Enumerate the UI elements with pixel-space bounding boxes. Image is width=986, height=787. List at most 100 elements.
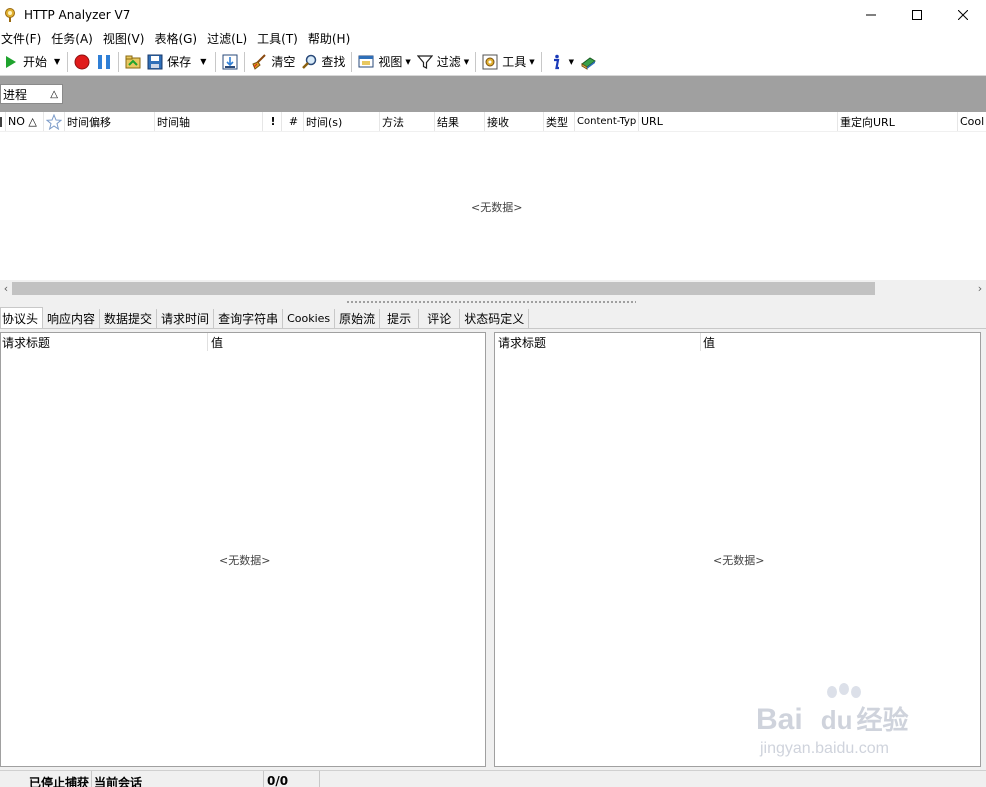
grid-col-time-offset[interactable]: 时间偏移 (65, 112, 155, 131)
tab-hints[interactable]: 提示 (380, 309, 420, 328)
request-title-col[interactable]: 请求标题 (1, 333, 208, 351)
broom-icon (251, 53, 267, 70)
grid-col-hash[interactable]: # (282, 112, 304, 131)
group-chip-process[interactable]: 进程 △ (0, 84, 63, 104)
toolbar-separator (540, 51, 542, 72)
response-title-col[interactable]: 请求标题 (495, 333, 701, 351)
value-col[interactable]: 值 (701, 333, 801, 351)
watermark-brand-du: du (820, 705, 853, 735)
list-marker-icon (0, 116, 2, 127)
grid-col-url[interactable]: URL (639, 112, 838, 131)
maximize-button[interactable] (894, 0, 940, 29)
group-chip-label: 进程 (3, 87, 28, 102)
help-book-button[interactable] (577, 50, 599, 74)
pause-button[interactable] (93, 50, 115, 74)
grid-col-time-s[interactable]: 时间(s) (304, 112, 380, 131)
save-dropdown-button[interactable]: ▼ (194, 50, 212, 74)
close-button[interactable] (940, 0, 986, 29)
toolbar-separator (67, 51, 69, 72)
session-count: 0/0 (264, 770, 320, 787)
scroll-left-icon[interactable]: ‹ (0, 280, 12, 297)
grid-col-cookies[interactable]: Cool (958, 112, 986, 131)
toolbar-separator (118, 51, 120, 72)
tab-comments[interactable]: 评论 (419, 309, 461, 328)
grid-col-received[interactable]: 接收 (485, 112, 544, 131)
response-headers-empty-text: <无数据> (713, 554, 765, 567)
toolbar-separator (351, 51, 353, 72)
info-button[interactable]: ▼ (545, 50, 577, 74)
close-icon (958, 9, 968, 20)
status-bar: 已停止捕获 当前会话 0/0 (0, 770, 986, 787)
grid-horizontal-scrollbar[interactable]: ‹ › (0, 280, 986, 297)
tab-status-codes[interactable]: 状态码定义 (460, 309, 530, 328)
tab-headers[interactable]: 协议头 (0, 307, 44, 328)
request-headers-empty-text: <无数据> (219, 554, 271, 567)
menu-filter[interactable]: 过滤(L) (206, 30, 251, 47)
grid-col-timeline[interactable]: 时间轴 (155, 112, 263, 131)
watermark-product: 经验 (856, 705, 909, 735)
view-button[interactable]: 视图 ▼ (355, 50, 413, 74)
funnel-icon (416, 54, 433, 70)
request-headers-header: 请求标题 值 (1, 333, 485, 351)
menu-help[interactable]: 帮助(H) (307, 30, 354, 47)
menu-view[interactable]: 视图(V) (102, 30, 149, 47)
grid-col-alert[interactable]: ! (263, 112, 282, 131)
grid-col-method[interactable]: 方法 (380, 112, 435, 131)
open-folder-icon (125, 54, 141, 70)
dropdown-arrow-icon: ▼ (568, 57, 574, 66)
tab-cookies[interactable]: Cookies (283, 309, 336, 328)
title-bar: HTTP Analyzer V7 (0, 0, 986, 29)
view-window-icon (358, 54, 374, 70)
session-status: 当前会话 (92, 770, 264, 787)
menu-tools[interactable]: 工具(T) (256, 30, 302, 47)
dropdown-arrow-icon: ▼ (54, 57, 61, 66)
menu-task[interactable]: 任务(A) (50, 30, 97, 47)
record-button[interactable] (71, 50, 93, 74)
tab-timing[interactable]: 请求时间 (157, 309, 215, 328)
scroll-thumb[interactable] (12, 282, 875, 295)
start-button[interactable]: 开始 (0, 50, 50, 74)
tab-response-content[interactable]: 响应内容 (43, 309, 101, 328)
save-button[interactable]: 保存 (144, 50, 194, 74)
start-label: 开始 (23, 55, 48, 69)
info-icon (548, 54, 564, 70)
tab-query-string[interactable]: 查询字符串 (214, 309, 284, 328)
menu-grid[interactable]: 表格(G) (153, 30, 201, 47)
open-button[interactable] (122, 50, 144, 74)
request-headers-pane[interactable]: 请求标题 值 <无数据> (0, 332, 486, 767)
clear-button[interactable]: 清空 (248, 50, 298, 74)
export-icon (222, 54, 238, 70)
magnifier-icon (301, 54, 317, 70)
pause-icon (96, 54, 112, 70)
pane-splitter[interactable] (0, 297, 986, 308)
menu-file[interactable]: 文件(F) (0, 30, 45, 47)
maximize-icon (912, 9, 922, 20)
grid-col-result[interactable]: 结果 (435, 112, 485, 131)
start-dropdown-button[interactable]: ▼ (50, 50, 64, 74)
filter-button[interactable]: 过滤 ▼ (414, 50, 472, 74)
grid-col-content-type[interactable]: Content-Typ (575, 112, 639, 131)
find-button[interactable]: 查找 (298, 50, 348, 74)
export-button[interactable] (219, 50, 241, 74)
scroll-right-icon[interactable]: › (974, 280, 986, 297)
tools-label: 工具 (502, 55, 527, 69)
record-icon (74, 54, 90, 70)
play-icon (3, 54, 19, 70)
response-headers-header: 请求标题 值 (495, 333, 980, 351)
value-col[interactable]: 值 (208, 333, 308, 351)
filter-label: 过滤 (436, 55, 461, 69)
grid-col-redirect-url[interactable]: 重定向URL (838, 112, 958, 131)
minimize-button[interactable] (848, 0, 894, 29)
tab-post-data[interactable]: 数据提交 (100, 309, 158, 328)
session-grid-body[interactable]: <无数据> (0, 132, 986, 280)
tools-icon (482, 54, 498, 70)
baidu-watermark: Bai du 经验 jingyan.baidu.com (756, 683, 936, 770)
grid-col-no[interactable]: NO △ (6, 112, 44, 131)
grid-col-star[interactable] (44, 112, 65, 131)
find-label: 查找 (321, 55, 346, 69)
capture-status: 已停止捕获 (0, 770, 92, 787)
tools-button[interactable]: 工具 ▼ (479, 50, 537, 74)
star-icon (46, 113, 62, 130)
tab-raw-stream[interactable]: 原始流 (335, 309, 381, 328)
grid-col-type[interactable]: 类型 (544, 112, 575, 131)
